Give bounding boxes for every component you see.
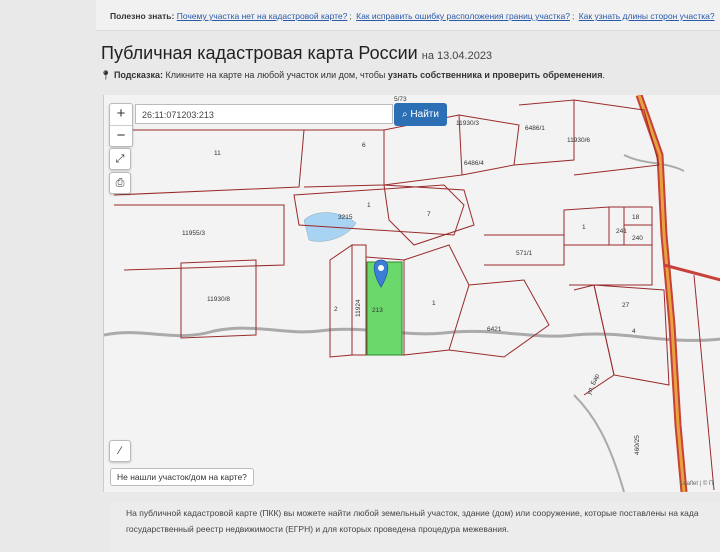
banner-separator: ;	[571, 11, 575, 21]
pin-icon: 📍︎	[100, 70, 112, 80]
parcel-label: 27	[622, 302, 630, 309]
hint-bold: узнать собственника и проверить обремене…	[387, 70, 603, 80]
stream-line	[623, 154, 685, 172]
stream-line-2	[573, 394, 625, 492]
parcel-label: 11930/8	[207, 296, 230, 303]
parcel-label: 460/25	[634, 435, 641, 455]
cadastral-number-input[interactable]: 26:11:071203:213	[135, 104, 393, 124]
zoom-in-button[interactable]: +	[110, 104, 132, 126]
parcel-label: 7	[427, 211, 431, 218]
banner-link-side-lengths[interactable]: Как узнать длины сторон участка?	[579, 11, 715, 21]
parcel-label: 11	[214, 150, 221, 157]
river-line	[104, 326, 720, 342]
parcel-label: 11955/3	[182, 230, 205, 237]
banner-link-missing-parcel[interactable]: Почему участка нет на кадастровой карте?	[177, 11, 348, 21]
search-icon: ⌕	[402, 109, 408, 120]
info-text-block: На публичной кадастровой карте (ПКК) вы …	[110, 502, 720, 552]
page-title: Публичная кадастровая карта России на 13.…	[101, 43, 492, 64]
hint-label: Подсказка:	[113, 70, 164, 80]
ruler-icon[interactable]: ∕	[109, 440, 131, 462]
parcel-label: 2	[334, 306, 338, 313]
find-button-label: Найти	[410, 109, 439, 120]
page-title-text: Публичная кадастровая карта России	[101, 43, 418, 63]
parcel-label: 6486/4	[464, 160, 484, 167]
marker-dot	[378, 265, 384, 271]
print-icon[interactable]: ⎙	[109, 172, 131, 194]
parcel-label: 1	[582, 224, 586, 231]
hint-line: 📍︎ Подсказка: Кликните на карте на любой…	[100, 70, 605, 81]
top-banner: Полезно знать: Почему участка нет на кад…	[96, 0, 720, 31]
parcel-label: 241	[616, 228, 627, 235]
not-found-button[interactable]: Не нашли участок/дом на карте?	[110, 468, 254, 486]
road-label: ул. Бар	[585, 373, 601, 396]
parcel-label: 6486/1	[525, 125, 545, 132]
parcel-label: 571/1	[516, 250, 533, 257]
parcel-label: 11930/6	[567, 137, 590, 144]
parcel-boundaries	[113, 99, 715, 491]
parcel-label: 6421	[487, 326, 502, 333]
parcel-label: 6	[362, 142, 366, 149]
page-date: на 13.04.2023	[421, 50, 493, 62]
cadastral-map[interactable]: 11 6 11930/3 6486/1 11930/6 6486/4 1 321…	[103, 95, 720, 492]
parcel-label: 1	[367, 202, 371, 209]
zoom-control: + −	[109, 103, 133, 147]
parcel-label: 1	[432, 300, 436, 307]
banner-separator: ;	[349, 11, 352, 21]
road-branch	[663, 263, 720, 282]
map-canvas[interactable]: 11 6 11930/3 6486/1 11930/6 6486/4 1 321…	[104, 95, 720, 492]
parcel-label: 4	[632, 328, 636, 335]
parcel-label: 18	[632, 214, 640, 221]
parcel-label: 5/73	[394, 96, 407, 103]
map-attribution[interactable]: Leaflet | © П	[680, 481, 713, 487]
parcel-label: 11930/3	[456, 120, 479, 127]
parcel-label: 3215	[338, 214, 353, 221]
parcel-label: 11924	[355, 299, 362, 317]
parcel-label: 240	[632, 235, 643, 242]
hint-end: .	[602, 70, 605, 80]
expand-icon[interactable]: ⤢	[109, 148, 131, 170]
banner-prefix: Полезно знать:	[110, 11, 175, 21]
banner-link-fix-boundaries[interactable]: Как исправить ошибку расположения границ…	[356, 11, 570, 21]
find-button[interactable]: ⌕ Найти	[394, 103, 447, 126]
info-line-2: государственный реестр недвижимости (ЕГР…	[126, 524, 509, 534]
zoom-out-button[interactable]: −	[110, 126, 132, 147]
info-line-1: На публичной кадастровой карте (ПКК) вы …	[126, 508, 699, 518]
hint-text: Кликните на карте на любой участок или д…	[165, 70, 386, 80]
parcel-label-selected: 213	[372, 307, 383, 314]
